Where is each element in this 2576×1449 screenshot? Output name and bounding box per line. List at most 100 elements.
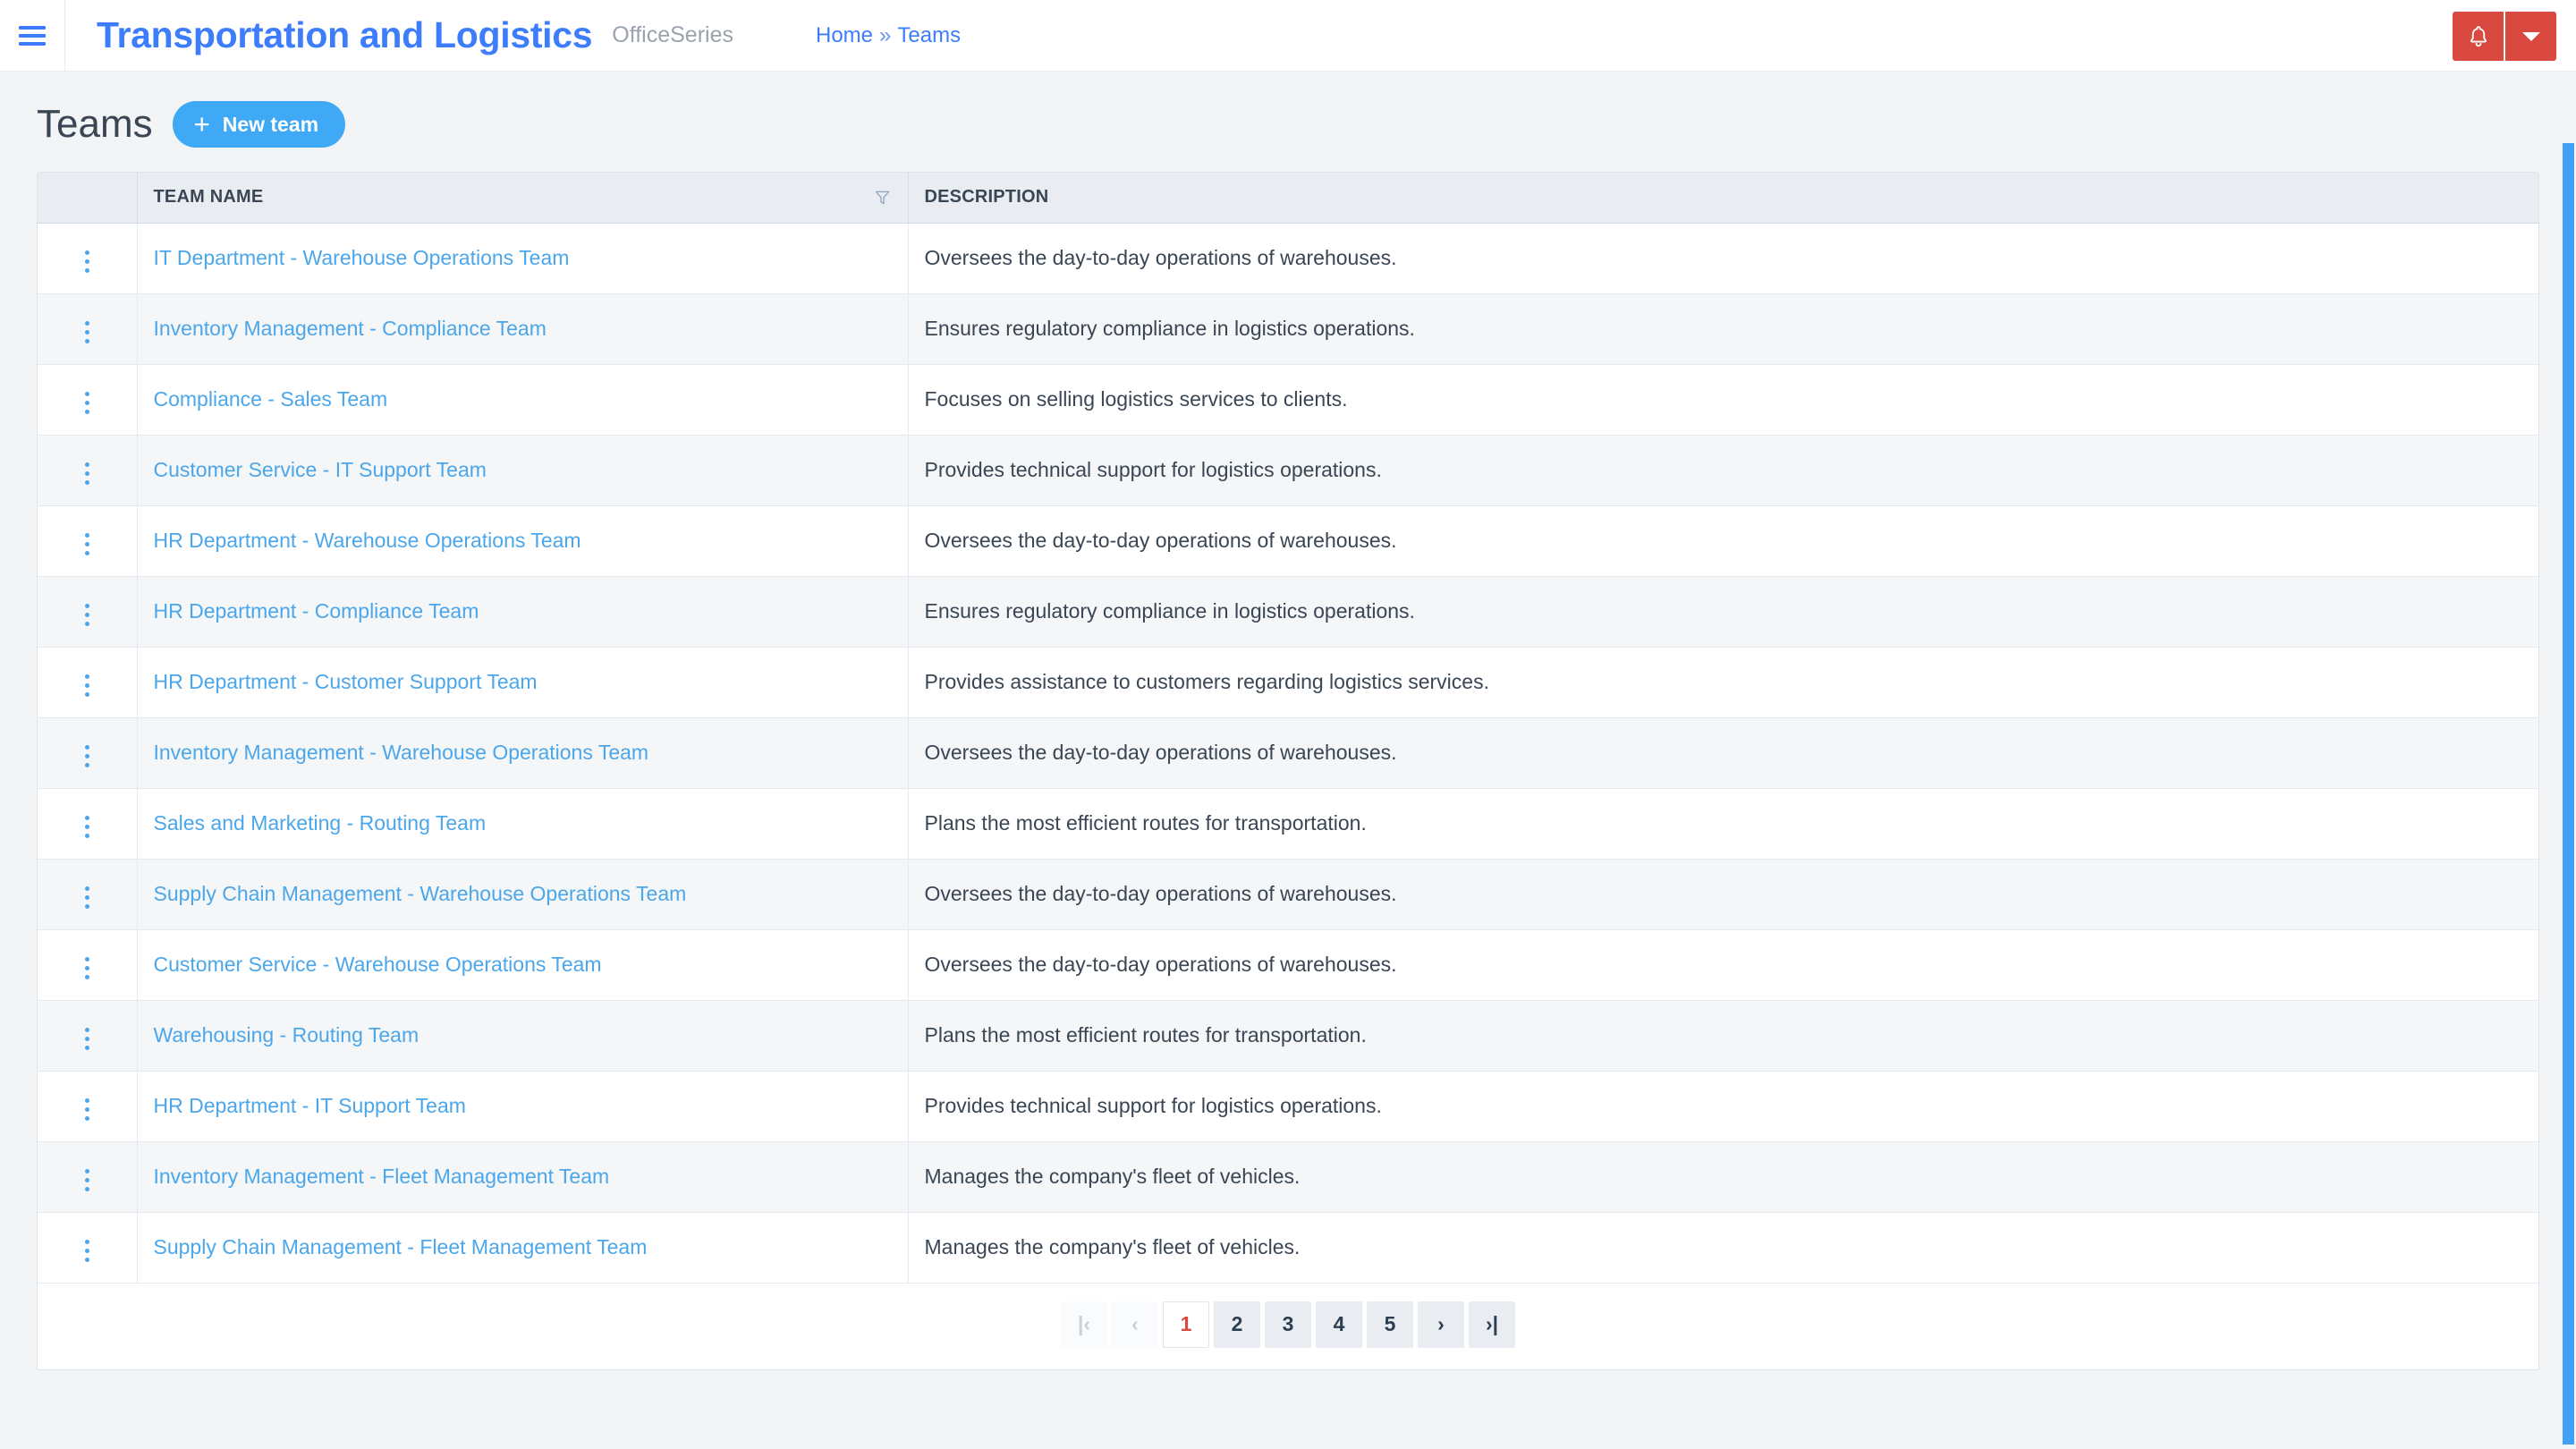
team-name-link[interactable]: Supply Chain Management - Warehouse Oper… bbox=[154, 882, 687, 905]
column-header-team-name: TEAM NAME bbox=[137, 173, 909, 224]
team-name-link[interactable]: HR Department - Compliance Team bbox=[154, 599, 479, 623]
pagination-next-button[interactable]: › bbox=[1418, 1301, 1464, 1348]
team-name-cell: Sales and Marketing - Routing Team bbox=[137, 788, 909, 860]
kebab-menu-icon[interactable] bbox=[72, 243, 102, 280]
kebab-menu-icon[interactable] bbox=[72, 950, 102, 987]
table-row: HR Department - Warehouse Operations Tea… bbox=[38, 505, 2538, 577]
team-description-cell: Provides technical support for logistics… bbox=[908, 1071, 2538, 1142]
kebab-menu-icon[interactable] bbox=[72, 809, 102, 845]
kebab-menu-icon[interactable] bbox=[72, 1021, 102, 1057]
table-row: Inventory Management - Warehouse Operati… bbox=[38, 717, 2538, 789]
new-team-button-label: New team bbox=[222, 112, 319, 136]
topbar-actions bbox=[2453, 12, 2556, 61]
team-name-link[interactable]: Supply Chain Management - Fleet Manageme… bbox=[154, 1235, 648, 1258]
pagination-page-2[interactable]: 2 bbox=[1214, 1301, 1260, 1348]
team-name-link[interactable]: HR Department - Warehouse Operations Tea… bbox=[154, 529, 581, 552]
pagination-page-1[interactable]: 1 bbox=[1163, 1301, 1209, 1348]
team-name-link[interactable]: Warehousing - Routing Team bbox=[154, 1023, 419, 1046]
row-menu-cell bbox=[38, 505, 138, 577]
teams-table-header: TEAM NAME DESCRIPTION bbox=[38, 173, 2538, 224]
pagination-first-button[interactable]: |‹ bbox=[1061, 1301, 1107, 1348]
table-row: Supply Chain Management - Fleet Manageme… bbox=[38, 1212, 2538, 1284]
notifications-dropdown-button[interactable] bbox=[2505, 12, 2556, 61]
team-name-cell: HR Department - Customer Support Team bbox=[137, 647, 909, 718]
team-description-cell: Manages the company's fleet of vehicles. bbox=[908, 1212, 2538, 1284]
team-name-link[interactable]: Customer Service - Warehouse Operations … bbox=[154, 953, 602, 976]
table-row: Warehousing - Routing Team Plans the most… bbox=[38, 1000, 2538, 1072]
team-description-cell: Ensures regulatory compliance in logisti… bbox=[908, 576, 2538, 648]
filter-icon[interactable] bbox=[873, 188, 892, 207]
pagination-page-4[interactable]: 4 bbox=[1316, 1301, 1362, 1348]
row-menu-cell bbox=[38, 576, 138, 648]
kebab-menu-icon[interactable] bbox=[72, 1162, 102, 1199]
team-description-cell: Oversees the day-to-day operations of wa… bbox=[908, 929, 2538, 1001]
kebab-menu-icon[interactable] bbox=[72, 597, 102, 633]
kebab-menu-icon[interactable] bbox=[72, 455, 102, 492]
pagination-prev-button[interactable]: ‹ bbox=[1112, 1301, 1158, 1348]
team-name-cell: Inventory Management - Warehouse Operati… bbox=[137, 717, 909, 789]
table-row: Customer Service - Warehouse Operations … bbox=[38, 929, 2538, 1001]
team-name-cell: Compliance - Sales Team bbox=[137, 364, 909, 436]
team-name-cell: Inventory Management - Fleet Management … bbox=[137, 1141, 909, 1213]
team-name-link[interactable]: Inventory Management - Fleet Management … bbox=[154, 1165, 610, 1188]
vertical-scrollbar-thumb[interactable] bbox=[2563, 143, 2574, 1445]
team-description-cell: Ensures regulatory compliance in logisti… bbox=[908, 293, 2538, 365]
team-name-link[interactable]: HR Department - IT Support Team bbox=[154, 1094, 466, 1117]
team-name-link[interactable]: Sales and Marketing - Routing Team bbox=[154, 811, 487, 835]
kebab-menu-icon[interactable] bbox=[72, 385, 102, 421]
table-row: Supply Chain Management - Warehouse Oper… bbox=[38, 859, 2538, 930]
table-row: IT Department - Warehouse Operations Tea… bbox=[38, 223, 2538, 294]
app-brand-title: Transportation and Logistics bbox=[97, 14, 593, 55]
page-body: Teams + New team TEAM NAME DESCRIPTION I… bbox=[0, 72, 2576, 1449]
kebab-menu-icon[interactable] bbox=[72, 314, 102, 351]
row-menu-cell bbox=[38, 1141, 138, 1213]
row-menu-cell bbox=[38, 293, 138, 365]
team-name-cell: IT Department - Warehouse Operations Tea… bbox=[137, 223, 909, 294]
breadcrumb-link-teams[interactable]: Teams bbox=[897, 23, 961, 48]
plus-icon: + bbox=[193, 107, 210, 140]
pagination-last-button[interactable]: ›| bbox=[1469, 1301, 1515, 1348]
team-name-link[interactable]: HR Department - Customer Support Team bbox=[154, 670, 538, 693]
kebab-menu-icon[interactable] bbox=[72, 738, 102, 775]
app-brand-subtitle: OfficeSeries bbox=[612, 22, 733, 47]
teams-table: TEAM NAME DESCRIPTION IT Department - Wa… bbox=[38, 173, 2538, 1284]
team-description-cell: Oversees the day-to-day operations of wa… bbox=[908, 223, 2538, 294]
column-header-menu bbox=[38, 173, 138, 224]
team-name-cell: HR Department - Compliance Team bbox=[137, 576, 909, 648]
row-menu-cell bbox=[38, 223, 138, 294]
team-description-cell: Plans the most efficient routes for tran… bbox=[908, 1000, 2538, 1072]
team-description-cell: Oversees the day-to-day operations of wa… bbox=[908, 717, 2538, 789]
teams-table-body: IT Department - Warehouse Operations Tea… bbox=[38, 223, 2538, 1284]
notifications-button[interactable] bbox=[2453, 12, 2504, 61]
team-description-cell: Oversees the day-to-day operations of wa… bbox=[908, 859, 2538, 930]
sidebar-toggle-button[interactable] bbox=[0, 0, 65, 72]
kebab-menu-icon[interactable] bbox=[72, 667, 102, 704]
kebab-menu-icon[interactable] bbox=[72, 526, 102, 563]
pagination: |‹ ‹ 12345 › ›| bbox=[38, 1283, 2538, 1369]
team-name-link[interactable]: Customer Service - IT Support Team bbox=[154, 458, 487, 481]
team-name-cell: HR Department - IT Support Team bbox=[137, 1071, 909, 1142]
team-name-link[interactable]: Compliance - Sales Team bbox=[154, 387, 388, 411]
kebab-menu-icon[interactable] bbox=[72, 879, 102, 916]
team-name-link[interactable]: Inventory Management - Warehouse Operati… bbox=[154, 741, 649, 764]
team-description-cell: Oversees the day-to-day operations of wa… bbox=[908, 505, 2538, 577]
pagination-page-5[interactable]: 5 bbox=[1367, 1301, 1413, 1348]
bell-icon bbox=[2470, 25, 2487, 47]
pagination-page-3[interactable]: 3 bbox=[1265, 1301, 1311, 1348]
new-team-button[interactable]: + New team bbox=[172, 101, 346, 148]
team-name-cell: Supply Chain Management - Fleet Manageme… bbox=[137, 1212, 909, 1284]
team-description-cell: Provides technical support for logistics… bbox=[908, 435, 2538, 506]
table-header-row: TEAM NAME DESCRIPTION bbox=[38, 173, 2538, 224]
team-name-link[interactable]: IT Department - Warehouse Operations Tea… bbox=[154, 246, 570, 269]
table-row: Compliance - Sales Team Focuses on sellin… bbox=[38, 364, 2538, 436]
breadcrumb: Home » Teams bbox=[816, 23, 961, 48]
breadcrumb-link-home[interactable]: Home bbox=[816, 23, 873, 48]
kebab-menu-icon[interactable] bbox=[72, 1233, 102, 1269]
team-name-link[interactable]: Inventory Management - Compliance Team bbox=[154, 317, 547, 340]
column-header-team-name-label: TEAM NAME bbox=[153, 187, 264, 208]
row-menu-cell bbox=[38, 1071, 138, 1142]
team-description-cell: Plans the most efficient routes for tran… bbox=[908, 788, 2538, 860]
vertical-scrollbar-track[interactable] bbox=[2562, 143, 2576, 1449]
kebab-menu-icon[interactable] bbox=[72, 1091, 102, 1128]
row-menu-cell bbox=[38, 1212, 138, 1284]
